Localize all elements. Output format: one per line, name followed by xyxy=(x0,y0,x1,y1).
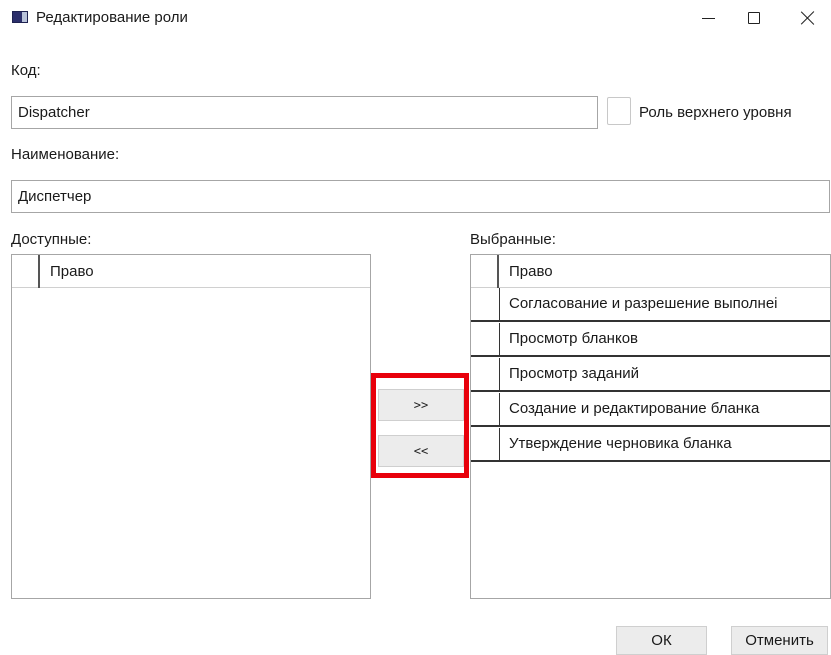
available-grid-header: Право xyxy=(12,255,370,288)
minimize-icon xyxy=(701,17,715,19)
row-selector[interactable] xyxy=(471,428,500,460)
table-row[interactable]: Согласование и разрешение выполнеі xyxy=(471,288,830,322)
cancel-button[interactable]: Отменить xyxy=(731,626,828,655)
selected-grid[interactable]: Право Согласование и разрешение выполнеі… xyxy=(470,254,831,599)
role-edit-window: Редактирование роли Код: Роль верхнего у… xyxy=(0,0,831,655)
app-icon xyxy=(12,11,28,23)
table-row[interactable]: Просмотр бланков xyxy=(471,323,830,357)
name-input[interactable] xyxy=(11,180,830,213)
window-title: Редактирование роли xyxy=(36,9,188,26)
maximize-icon xyxy=(748,12,760,24)
selected-grid-header: Право xyxy=(471,255,830,288)
table-row[interactable]: Создание и редактирование бланка xyxy=(471,393,830,427)
close-icon xyxy=(801,11,815,25)
name-label: Наименование: xyxy=(11,146,120,163)
selected-column-header[interactable]: Право xyxy=(509,263,553,280)
top-level-role-label: Роль верхнего уровня xyxy=(639,104,792,121)
available-header-selector[interactable] xyxy=(12,255,40,288)
title-bar: Редактирование роли xyxy=(0,0,831,36)
available-column-header[interactable]: Право xyxy=(50,263,94,280)
row-selector[interactable] xyxy=(471,323,500,355)
minimize-button[interactable] xyxy=(685,0,731,36)
right-name-cell: Согласование и разрешение выполнеі xyxy=(509,295,778,312)
row-selector[interactable] xyxy=(471,288,500,320)
row-selector[interactable] xyxy=(471,358,500,390)
right-name-cell: Просмотр заданий xyxy=(509,365,640,382)
add-right-button[interactable]: >> xyxy=(378,389,464,421)
code-input[interactable] xyxy=(11,96,598,129)
right-name-cell: Утверждение черновика бланка xyxy=(509,435,732,452)
selected-label: Выбранные: xyxy=(470,231,556,248)
table-row[interactable]: Утверждение черновика бланка xyxy=(471,428,830,462)
available-label: Доступные: xyxy=(11,231,92,248)
remove-right-button[interactable]: << xyxy=(378,435,464,467)
right-name-cell: Создание и редактирование бланка xyxy=(509,400,760,417)
available-grid[interactable]: Право xyxy=(11,254,371,599)
table-row[interactable]: Просмотр заданий xyxy=(471,358,830,392)
ok-button[interactable]: ОК xyxy=(616,626,707,655)
row-selector[interactable] xyxy=(471,393,500,425)
maximize-button[interactable] xyxy=(731,0,777,36)
right-name-cell: Просмотр бланков xyxy=(509,330,639,347)
selected-header-selector[interactable] xyxy=(471,255,499,288)
close-button[interactable] xyxy=(785,0,831,36)
code-label: Код: xyxy=(11,62,41,79)
top-level-role-checkbox[interactable] xyxy=(607,97,631,125)
